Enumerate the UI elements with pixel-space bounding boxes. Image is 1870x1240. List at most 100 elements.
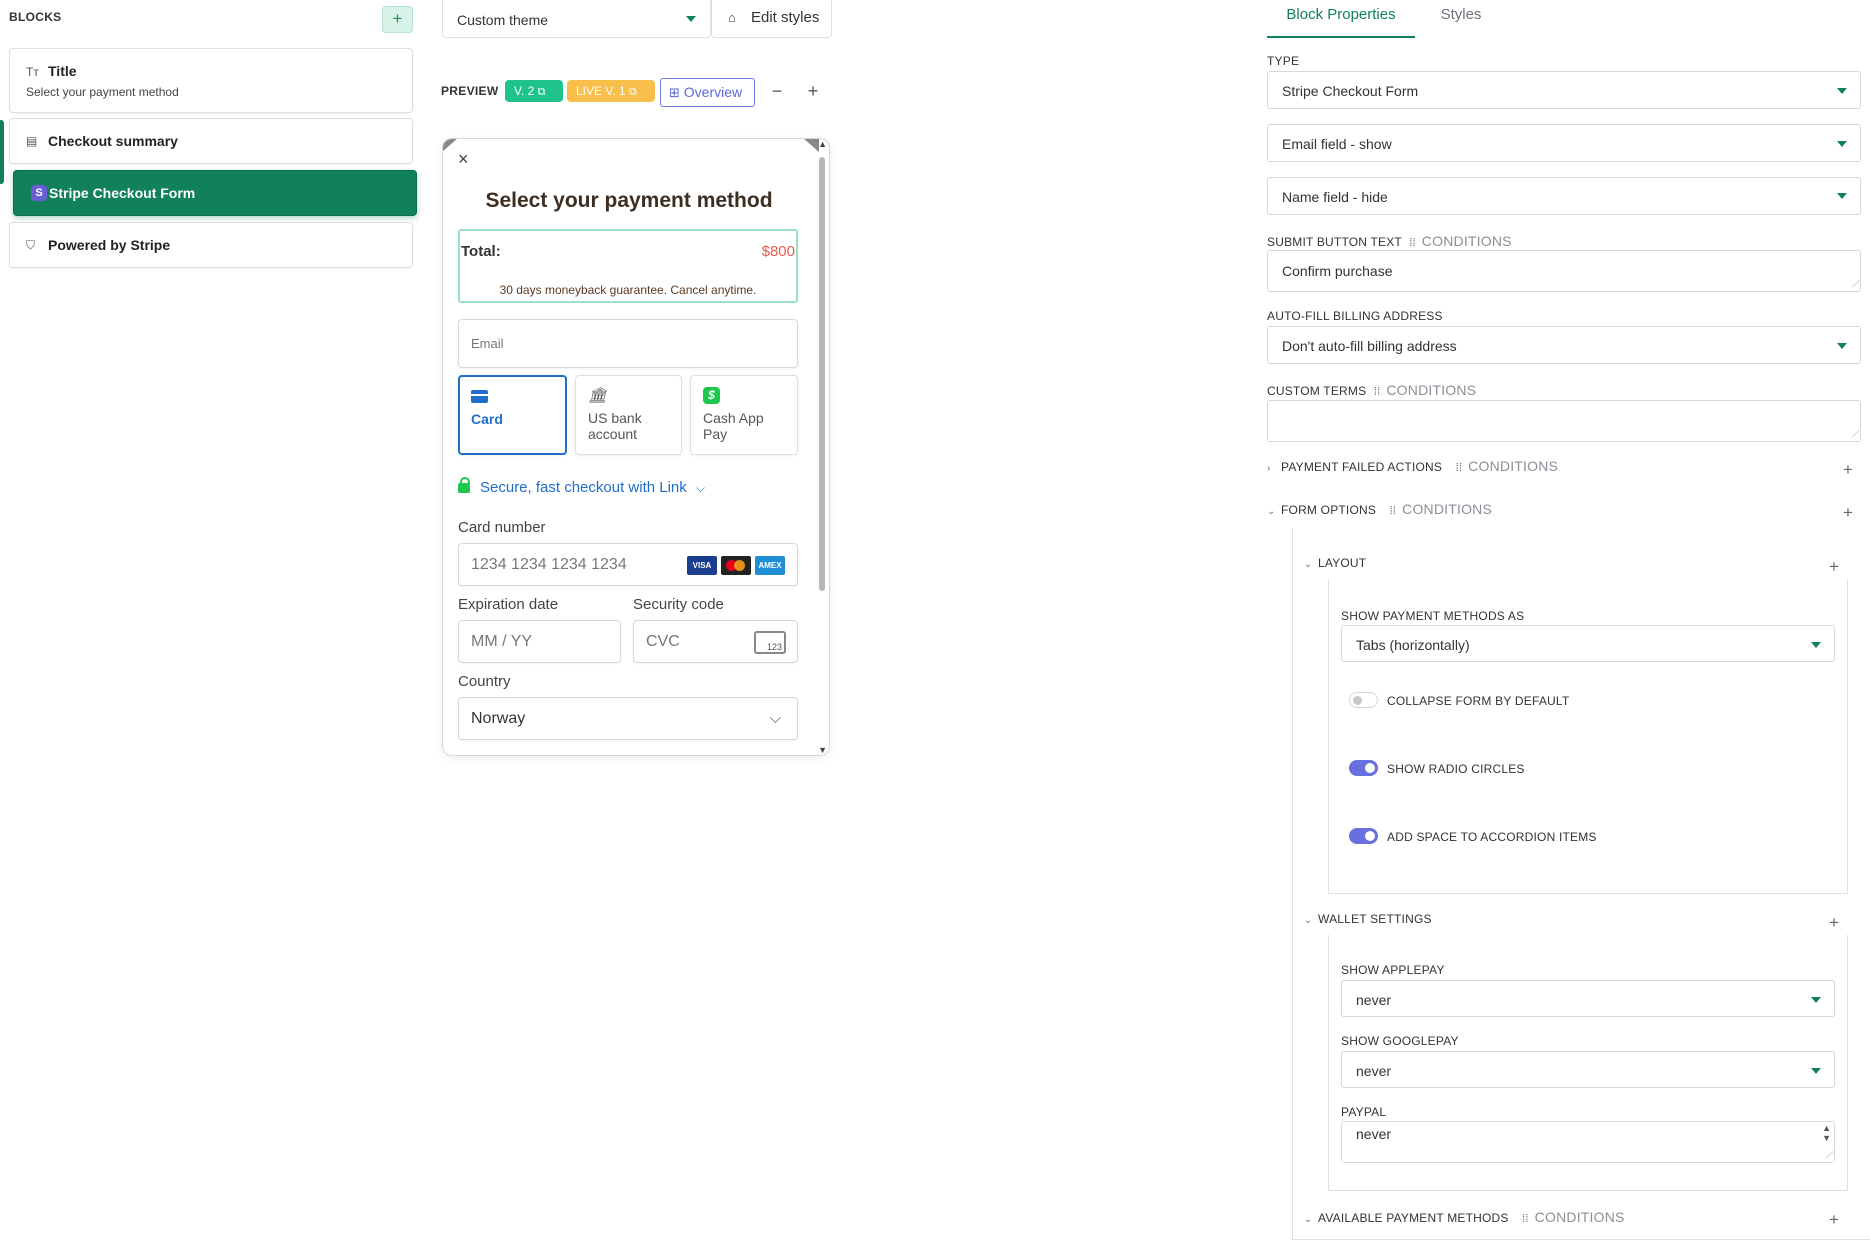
add-form-option-button[interactable]: + [1843,503,1853,523]
payment-method-cashapp[interactable]: $ Cash App Pay [690,375,798,455]
scrollbar-thumb[interactable] [819,157,825,591]
block-item-checkout-summary[interactable]: ▤ Checkout summary [9,118,413,164]
add-space-accordion-toggle[interactable] [1349,828,1378,844]
preview-label: PREVIEW [441,84,499,98]
block-item-label: Title [48,63,77,79]
overview-button[interactable]: ⊞ Overview [660,78,755,107]
conditions-link[interactable]: ⁞⁞ CONDITIONS [1409,233,1511,249]
spinner-arrows-icon[interactable]: ▲ ▼ [1822,1123,1831,1143]
chevron-down-icon: ⌄ [1304,915,1313,926]
payment-method-label: Card [471,411,503,427]
type-select[interactable]: Stripe Checkout Form [1267,71,1861,109]
chevron-down-icon [1837,343,1847,349]
autofill-value: Don't auto-fill billing address [1282,338,1457,354]
block-item-title[interactable]: Tт Title Select your payment method [9,48,413,113]
card-icon [471,390,488,403]
country-value: Norway [471,710,526,727]
country-select[interactable]: Norway ⌵ [458,697,798,740]
collapse-form-toggle[interactable] [1349,692,1378,708]
version-badge[interactable]: V. 2 ⧉ [505,80,563,102]
receipt-icon: ▤ [26,134,38,148]
frame-corner [443,139,458,152]
theme-select[interactable]: Custom theme [442,0,711,38]
paypal-input[interactable]: never ▲ ▼ ⟋ [1341,1121,1835,1163]
chevron-down-icon [1837,141,1847,147]
live-version-badge[interactable]: LIVE V. 1 ⧉ [567,80,655,102]
add-layout-button[interactable]: + [1829,557,1839,577]
paypal-label: PAYPAL [1341,1105,1387,1119]
show-applepay-select[interactable]: never [1341,980,1835,1017]
layout-label: LAYOUT [1318,556,1367,570]
name-field-select[interactable]: Name field - hide [1267,177,1861,215]
email-input[interactable]: Email [458,319,798,368]
layout-toggle[interactable]: ⌄ LAYOUT [1304,556,1366,570]
chevron-down-icon: ⌄ [1304,559,1313,570]
payment-method-label: US bank account [588,410,642,442]
scroll-up-icon[interactable]: ▲ [818,139,827,149]
sliders-icon: ⁞⁞ [1455,462,1463,474]
custom-terms-input[interactable]: ⟋ [1267,400,1861,442]
chevron-down-icon: ⌵ [695,481,706,495]
frame-corner [803,139,819,152]
block-item-stripe-checkout-form[interactable]: S Stripe Checkout Form [13,170,417,216]
conditions-link[interactable]: ⁞⁞ CONDITIONS [1374,382,1476,398]
conditions-link[interactable]: ⁞⁞ CONDITIONS [1456,458,1558,474]
total-box: Total: $800 30 days moneyback guarantee.… [458,229,798,303]
chevron-down-icon [1811,1068,1821,1074]
custom-terms-label: CUSTOM TERMS ⁞⁞ CONDITIONS [1267,382,1476,398]
available-payment-methods-toggle[interactable]: ⌄ AVAILABLE PAYMENT METHODS ⁞⁞ CONDITIONS [1304,1209,1625,1225]
wallet-settings-label: WALLET SETTINGS [1318,912,1432,926]
chevron-down-icon [1837,88,1847,94]
blocks-title: BLOCKS [9,10,62,24]
scroll-down-icon[interactable]: ▼ [818,745,827,755]
amex-icon: AMEX [755,556,785,575]
payment-failed-actions-toggle[interactable]: › PAYMENT FAILED ACTIONS ⁞⁞ CONDITIONS [1267,458,1558,474]
autofill-select[interactable]: Don't auto-fill billing address [1267,326,1861,364]
submit-button-text-input[interactable]: Confirm purchase ⟋ [1267,250,1861,292]
show-radio-circles-toggle[interactable] [1349,760,1378,776]
show-googlepay-value: never [1356,1063,1392,1079]
card-number-placeholder: 1234 1234 1234 1234 [471,556,627,573]
paypal-value: never [1356,1126,1392,1142]
expiry-input[interactable]: MM / YY [458,620,621,663]
resize-grip-icon[interactable]: ⟋ [1826,1150,1832,1161]
payment-method-label: Cash App Pay [703,410,764,442]
show-payment-methods-as-select[interactable]: Tabs (horizontally) [1341,625,1835,662]
stripe-icon: S [31,185,47,201]
resize-grip-icon[interactable]: ⟋ [1852,279,1858,290]
link-checkout-toggle[interactable]: Secure, fast checkout with Link ⌵ [458,477,706,496]
conditions-link[interactable]: ⁞⁞ CONDITIONS [1390,501,1492,517]
conditions-label: CONDITIONS [1534,1209,1625,1225]
tab-styles[interactable]: Styles [1433,0,1489,38]
add-wallet-setting-button[interactable]: + [1829,913,1839,933]
email-field-select[interactable]: Email field - show [1267,124,1861,162]
block-item-powered-by-stripe[interactable]: ⛉ Powered by Stripe [9,222,413,268]
security-code-input[interactable]: CVC 123 [633,620,798,663]
tab-block-properties[interactable]: Block Properties [1267,0,1415,38]
type-label: TYPE [1267,54,1300,68]
zoom-out-button[interactable]: − [759,78,795,107]
edit-styles-button[interactable]: ⌂ Edit styles [711,0,832,38]
form-options-toggle[interactable]: ⌄ FORM OPTIONS ⁞⁞ CONDITIONS [1267,501,1492,517]
close-icon[interactable]: × [458,149,469,170]
conditions-label: CONDITIONS [1468,458,1559,474]
add-block-button[interactable]: + [382,6,413,33]
theme-select-value: Custom theme [457,12,549,28]
chevron-right-icon: › [1267,463,1271,474]
cvc-placeholder: CVC [646,633,680,650]
cashapp-icon: $ [703,387,720,404]
grid-icon: ⊞ [669,85,680,100]
resize-grip-icon[interactable]: ⟋ [1852,429,1858,440]
add-payment-failed-action-button[interactable]: + [1843,460,1853,480]
card-number-input[interactable]: 1234 1234 1234 1234 VISA AMEX [458,543,798,586]
conditions-link[interactable]: ⁞⁞ CONDITIONS [1522,1209,1624,1225]
payment-method-card[interactable]: Card [458,375,567,455]
chevron-down-icon [1837,193,1847,199]
expiry-placeholder: MM / YY [471,633,533,650]
wallet-settings-toggle[interactable]: ⌄ WALLET SETTINGS [1304,912,1432,926]
show-googlepay-select[interactable]: never [1341,1051,1835,1088]
total-value: $800 [761,243,795,260]
zoom-in-button[interactable]: + [795,78,831,107]
payment-method-us-bank[interactable]: 🏛 US bank account [575,375,682,455]
add-payment-method-button[interactable]: + [1829,1210,1839,1230]
